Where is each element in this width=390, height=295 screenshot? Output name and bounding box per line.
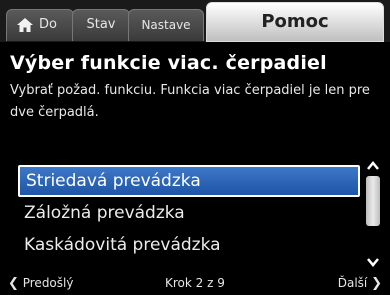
prev-label: Predošlý bbox=[22, 276, 74, 290]
next-button[interactable]: Ďalší ❯ bbox=[338, 276, 382, 291]
list-item-cascade[interactable]: Kaskádovitá prevádzka bbox=[18, 229, 360, 261]
list-item-backup[interactable]: Záložná prevádzka bbox=[18, 197, 360, 229]
scroll-thumb[interactable] bbox=[366, 176, 380, 226]
tab-home[interactable]: Do bbox=[6, 9, 74, 41]
page-description: Vybrať požad. funkciu. Funkcia viac čerp… bbox=[10, 83, 370, 120]
option-list: Striedavá prevádzka Záložná prevádzka Ka… bbox=[18, 165, 360, 261]
tab-status[interactable]: Stav bbox=[72, 9, 130, 41]
tab-settings[interactable]: Nastave bbox=[128, 9, 204, 41]
chevron-down-icon[interactable] bbox=[366, 256, 380, 268]
list-item-alternating[interactable]: Striedavá prevádzka bbox=[18, 165, 360, 197]
screen: Do Stav Nastave Pomoc Výber funkcie viac… bbox=[0, 0, 390, 295]
home-icon bbox=[17, 18, 33, 32]
footer-nav: ❮ Predošlý Krok 2 z 9 Ďalší ❯ bbox=[0, 273, 390, 295]
chevron-up-icon[interactable] bbox=[366, 160, 380, 172]
chevron-left-icon: ❮ bbox=[8, 276, 19, 291]
tab-status-label: Stav bbox=[86, 17, 116, 32]
scrollbar[interactable] bbox=[364, 160, 382, 270]
tab-home-label: Do bbox=[39, 17, 57, 32]
prev-button[interactable]: ❮ Predošlý bbox=[8, 276, 73, 291]
tab-help-label: Pomoc bbox=[261, 11, 329, 32]
chevron-right-icon: ❯ bbox=[371, 276, 382, 291]
tab-help[interactable]: Pomoc bbox=[206, 2, 384, 42]
tab-bar: Do Stav Nastave Pomoc bbox=[0, 0, 390, 42]
tab-settings-label: Nastave bbox=[141, 18, 191, 32]
step-indicator: Krok 2 z 9 bbox=[165, 276, 225, 290]
page-title: Výber funkcie viac. čerpadiel bbox=[10, 52, 327, 74]
next-label: Ďalší bbox=[337, 276, 368, 290]
